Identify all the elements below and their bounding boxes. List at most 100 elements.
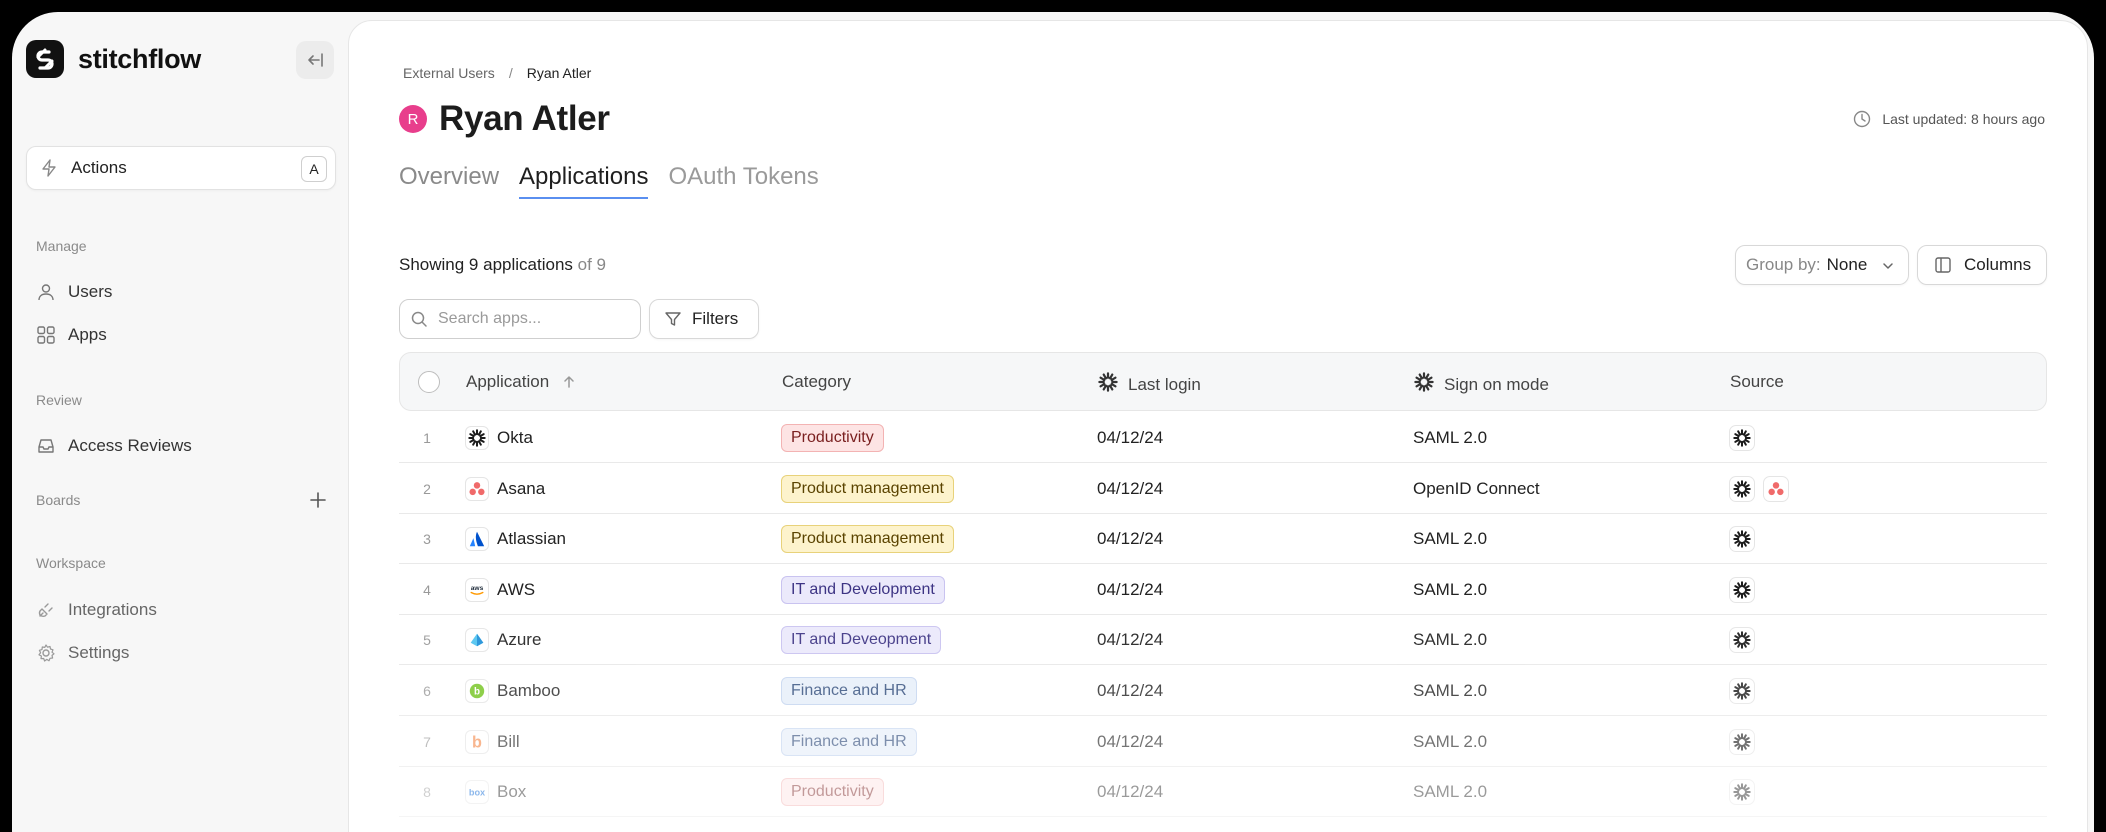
application-cell[interactable]: Atlassian [465, 514, 566, 564]
category-cell: Product management [781, 514, 954, 564]
table-row[interactable]: 1 Okta Productivity 04/12/24 SAML 2.0 [399, 413, 2047, 463]
add-board-button[interactable] [304, 486, 332, 514]
filter-icon [665, 312, 681, 326]
app-window: stitchflow Actions A Manage Users Apps R… [12, 12, 2094, 832]
group-by-select[interactable]: Group by: None [1735, 245, 1909, 285]
application-cell[interactable]: aws AWS [465, 565, 535, 615]
category-badge: Finance and HR [781, 677, 917, 705]
tab-bar: Overview Applications OAuth Tokens [399, 163, 839, 199]
category-cell: Finance and HR [781, 666, 917, 716]
main-panel: External Users / Ryan Atler R Ryan Atler… [348, 20, 2088, 832]
select-all-checkbox[interactable] [418, 371, 440, 393]
sign-on-mode-cell: SAML 2.0 [1413, 529, 1488, 549]
source-cell [1729, 767, 1763, 817]
sidebar-item-label: Integrations [68, 600, 157, 619]
category-badge: IT and Deveopment [781, 626, 942, 655]
sidebar-item-label: Apps [68, 325, 107, 344]
breadcrumb-parent-link[interactable]: External Users [403, 65, 495, 81]
table-row[interactable]: 5 Azure IT and Deveopment 04/12/24 SAML 2.0 [399, 615, 2047, 666]
row-number: 7 [423, 733, 431, 750]
column-label: Last login [1128, 374, 1201, 394]
category-badge: Finance and HR [781, 727, 917, 756]
search-input[interactable] [438, 310, 618, 328]
application-name: AWS [497, 579, 536, 599]
last-login-cell: 04/12/24 [1097, 428, 1164, 447]
last-login-cell: 04/12/24 [1097, 579, 1164, 599]
table-row[interactable]: 7 b Bill Finance and HR 04/12/24 SAML 2.0 [399, 717, 2047, 767]
okta-icon [1729, 728, 1755, 755]
columns-button[interactable]: Columns [1917, 245, 2047, 285]
results-summary: Showing 9 applications of 9 [399, 255, 606, 275]
column-header-application[interactable]: Application [466, 372, 577, 392]
row-number: 5 [423, 632, 431, 649]
table-row[interactable]: 3 Atlassian Product management 04/12/24 SAML… [399, 514, 2047, 565]
sidebar-item-users[interactable]: Users [36, 277, 112, 307]
source-cell [1729, 464, 1797, 514]
filters-button[interactable]: Filters [649, 299, 759, 339]
svg-text:box: box [469, 788, 486, 798]
tab-oauth-tokens[interactable]: OAuth Tokens [668, 163, 818, 199]
sidebar-item-apps[interactable]: Apps [36, 320, 107, 350]
okta-icon [1414, 372, 1434, 397]
collapse-left-icon [308, 53, 323, 67]
table-row[interactable]: 4 aws AWS IT and Development 04/12/24 SAML 2.… [399, 565, 2047, 615]
category-badge: Productivity [781, 424, 884, 452]
aws-icon: aws [465, 577, 489, 602]
application-cell[interactable]: Asana [465, 464, 545, 514]
row-number: 4 [423, 581, 431, 598]
page-header: R Ryan Atler [399, 99, 610, 139]
category-badge: IT and Development [781, 575, 945, 604]
tab-overview[interactable]: Overview [399, 163, 499, 199]
source-cell [1729, 565, 1763, 615]
last-login-cell: 04/12/24 [1097, 782, 1164, 802]
application-cell[interactable]: box Box [465, 767, 526, 817]
table-row[interactable]: 6 b Bamboo Finance and HR 04/12/24 SAML 2.0 [399, 666, 2047, 716]
box-icon: box [465, 780, 489, 805]
application-cell[interactable]: Azure [465, 615, 541, 665]
table-row[interactable]: 2 Asana Product management 04/12/24 OpenID C… [399, 464, 2047, 514]
sign-on-mode-cell: SAML 2.0 [1413, 579, 1488, 599]
column-header-source[interactable]: Source [1730, 372, 1784, 392]
column-header-category[interactable]: Category [782, 372, 851, 392]
group-by-value: None [1826, 255, 1868, 274]
column-header-sign-on-mode[interactable]: Sign on mode [1414, 372, 1549, 397]
application-name: Bamboo [497, 681, 561, 700]
category-cell: Productivity [781, 767, 884, 817]
application-cell[interactable]: Okta [465, 413, 533, 463]
clock-icon [1854, 110, 1871, 128]
application-cell[interactable]: b Bill [465, 717, 520, 767]
sidebar-item-integrations[interactable]: Integrations [36, 595, 157, 625]
asana-icon [465, 476, 489, 501]
category-cell: Productivity [781, 413, 884, 463]
chevron-down-icon [1883, 263, 1893, 269]
row-number: 8 [423, 784, 431, 801]
sidebar-item-label: Access Reviews [68, 436, 192, 455]
row-number: 1 [423, 430, 431, 446]
source-cell [1729, 413, 1763, 463]
table-row[interactable]: 8 box Box Productivity 04/12/24 SAML 2.0 [399, 767, 2047, 818]
okta-icon [1098, 372, 1118, 397]
svg-text:b: b [474, 687, 480, 698]
svg-text:b: b [472, 733, 482, 751]
breadcrumb-separator: / [508, 65, 513, 81]
collapse-sidebar-button[interactable] [296, 41, 334, 79]
okta-icon [1729, 576, 1755, 603]
column-header-last-login[interactable]: Last login [1098, 372, 1201, 397]
column-label: Source [1730, 372, 1784, 391]
okta-icon [1729, 475, 1755, 502]
tab-applications[interactable]: Applications [519, 163, 649, 199]
actions-button[interactable]: Actions A [26, 146, 336, 190]
sidebar-item-settings[interactable]: Settings [36, 638, 129, 668]
sidebar-item-access-reviews[interactable]: Access Reviews [36, 431, 192, 461]
breadcrumb: External Users / Ryan Atler [403, 65, 591, 81]
sign-on-mode-cell: OpenID Connect [1413, 478, 1540, 498]
last-login-cell: 04/12/24 [1097, 478, 1164, 498]
sign-on-mode-cell: SAML 2.0 [1413, 630, 1488, 650]
application-cell[interactable]: b Bamboo [465, 666, 560, 716]
filters-label: Filters [692, 309, 739, 328]
source-cell [1729, 717, 1763, 767]
application-name: Azure [497, 630, 542, 650]
plus-icon [310, 492, 326, 508]
category-badge: Product management [781, 474, 954, 503]
brand[interactable]: stitchflow [26, 40, 201, 78]
